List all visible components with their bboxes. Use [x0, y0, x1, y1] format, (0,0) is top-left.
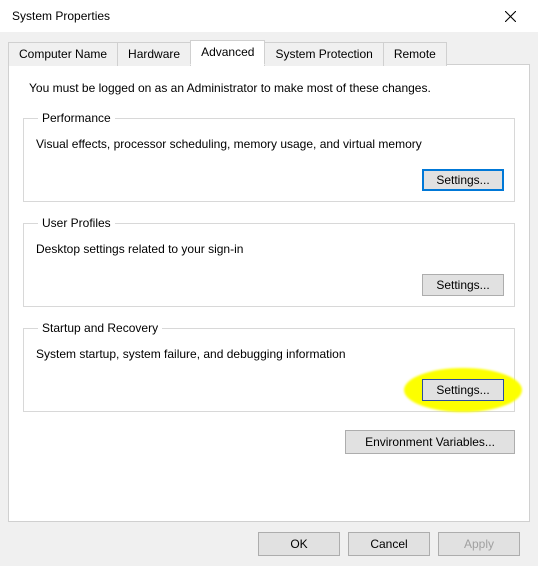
advanced-panel: You must be logged on as an Administrato… — [8, 64, 530, 522]
tab-computer-name[interactable]: Computer Name — [8, 42, 118, 66]
startup-recovery-group: Startup and Recovery System startup, sys… — [23, 321, 515, 412]
performance-desc: Visual effects, processor scheduling, me… — [36, 137, 504, 151]
environment-variables-button[interactable]: Environment Variables... — [345, 430, 515, 454]
cancel-button[interactable]: Cancel — [348, 532, 430, 556]
titlebar: System Properties — [0, 0, 538, 32]
tab-hardware[interactable]: Hardware — [117, 42, 191, 66]
user-profiles-group: User Profiles Desktop settings related t… — [23, 216, 515, 307]
performance-group: Performance Visual effects, processor sc… — [23, 111, 515, 202]
startup-recovery-settings-button[interactable]: Settings... — [422, 379, 504, 401]
user-profiles-legend: User Profiles — [38, 216, 115, 230]
apply-button[interactable]: Apply — [438, 532, 520, 556]
system-properties-window: System Properties Computer Name Hardware… — [0, 0, 538, 566]
performance-legend: Performance — [38, 111, 115, 125]
startup-settings-highlight: Settings... — [422, 379, 504, 401]
user-profiles-desc: Desktop settings related to your sign-in — [36, 242, 504, 256]
tab-remote[interactable]: Remote — [383, 42, 447, 66]
admin-notice: You must be logged on as an Administrato… — [29, 81, 515, 95]
close-button[interactable] — [490, 2, 530, 30]
user-profiles-settings-button[interactable]: Settings... — [422, 274, 504, 296]
dialog-footer: OK Cancel Apply — [8, 522, 530, 566]
close-icon — [505, 11, 516, 22]
startup-recovery-legend: Startup and Recovery — [38, 321, 162, 335]
client-area: Computer Name Hardware Advanced System P… — [0, 32, 538, 566]
tab-strip: Computer Name Hardware Advanced System P… — [8, 40, 530, 65]
tab-advanced[interactable]: Advanced — [190, 40, 265, 65]
ok-button[interactable]: OK — [258, 532, 340, 556]
tab-system-protection[interactable]: System Protection — [264, 42, 383, 66]
startup-recovery-desc: System startup, system failure, and debu… — [36, 347, 504, 361]
window-title: System Properties — [12, 9, 490, 23]
performance-settings-button[interactable]: Settings... — [422, 169, 504, 191]
